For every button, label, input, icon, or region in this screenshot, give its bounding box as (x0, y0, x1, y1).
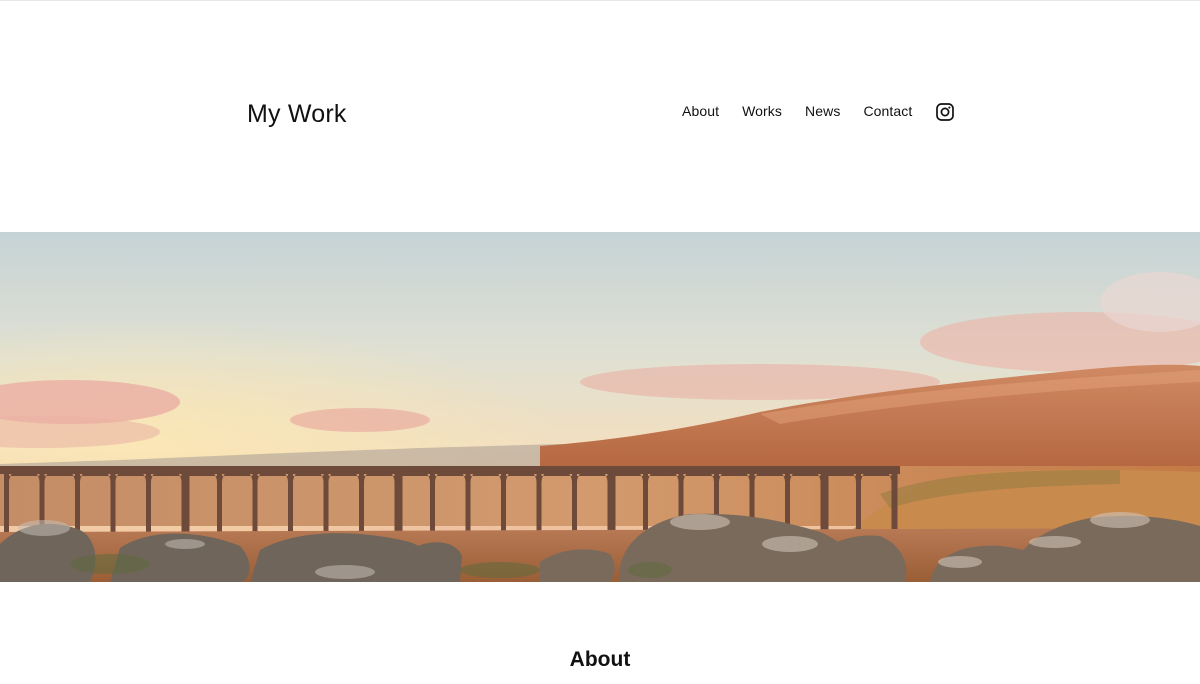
about-section: About (0, 582, 1200, 684)
nav-item-news[interactable]: News (805, 103, 840, 119)
nav-item-about[interactable]: About (682, 103, 719, 119)
nav-item-works[interactable]: Works (742, 103, 782, 119)
main-nav: About Works News Contact (682, 101, 955, 121)
site-header: My Work About Works News Contact (0, 1, 1200, 232)
site-title[interactable]: My Work (247, 100, 347, 129)
hero-image (0, 232, 1200, 582)
section-heading-about: About (569, 648, 631, 671)
instagram-icon[interactable] (936, 103, 955, 121)
nav-item-contact[interactable]: Contact (863, 103, 912, 119)
